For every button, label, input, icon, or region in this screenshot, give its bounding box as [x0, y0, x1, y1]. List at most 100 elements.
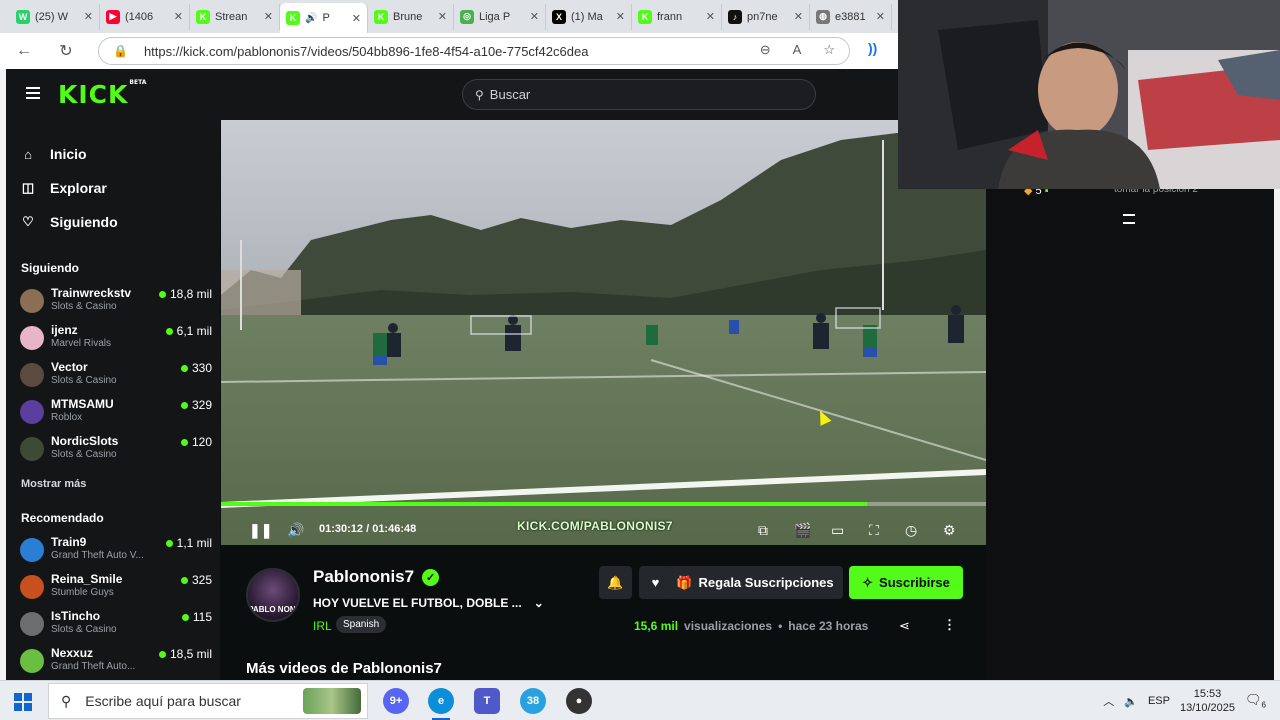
screen: W (25) W ✕ ▶ (1406 ✕ K Strean ✕ K 🔊 P ✕ K Brune ✕ ◎ Liga …: [0, 0, 1280, 720]
avatar: [20, 326, 44, 350]
zoom-icon[interactable]: ⊖: [760, 42, 771, 58]
tab-close-icon[interactable]: ✕: [264, 10, 273, 23]
windows-start-icon[interactable]: [14, 693, 32, 711]
speaker-icon[interactable]: 🔈: [1124, 695, 1138, 708]
discord-icon[interactable]: 9+: [383, 688, 409, 714]
channel-list-item[interactable]: Reina_Smile Stumble Guys 325: [20, 570, 216, 607]
viewer-count-text: 330: [191, 361, 212, 375]
browser-tab[interactable]: ◍ e3881 ✕: [810, 3, 892, 30]
tab-close-icon[interactable]: ✕: [438, 10, 447, 23]
tab-favicon-icon: K: [286, 11, 300, 25]
tab-title: Brune: [393, 10, 423, 23]
url-field[interactable]: 🔒 https://kick.com/pablononis7/videos/50…: [98, 37, 850, 65]
channel-list-item[interactable]: Train9 Grand Theft Auto V... 1,1 mil: [20, 533, 216, 570]
clip-icon[interactable]: 🎬: [794, 522, 811, 539]
search-highlight-image[interactable]: [303, 688, 361, 714]
refresh-icon[interactable]: ↻: [52, 37, 80, 65]
show-more-link[interactable]: Mostrar más: [21, 478, 86, 490]
clock[interactable]: 15:53 13/10/2025: [1180, 687, 1235, 715]
live-viewer-count: 330: [180, 361, 212, 375]
pause-icon[interactable]: ❚❚: [249, 522, 272, 539]
channel-list-name: Trainwreckstv: [51, 286, 132, 300]
live-viewer-count: 325: [180, 573, 212, 587]
share-icon[interactable]: ⋖: [899, 618, 910, 634]
channel-list-item[interactable]: Nexxuz Grand Theft Auto... 18,5 mil: [20, 644, 216, 680]
tab-close-icon[interactable]: ✕: [84, 10, 93, 23]
browser-tab[interactable]: W (25) W ✕: [10, 3, 100, 30]
viewer-count-text: 115: [192, 610, 212, 624]
video-title[interactable]: HOY VUELVE EL FUTBOL, DOBLE ... ⌄: [313, 596, 544, 610]
tab-close-icon[interactable]: ✕: [530, 10, 539, 23]
settings-gear-icon[interactable]: ⚙: [943, 522, 956, 539]
time-display: 01:30:12 / 01:46:48: [319, 523, 417, 535]
channel-list-item[interactable]: MTMSAMU Roblox 329: [20, 395, 216, 432]
back-arrow-icon[interactable]: ←: [10, 37, 38, 65]
kick-logo[interactable]: KICKBETA: [58, 79, 146, 109]
browser-tab[interactable]: ◎ Liga P ✕: [454, 3, 546, 30]
tab-close-icon[interactable]: ✕: [876, 10, 885, 23]
notifications-icon[interactable]: 🗨6: [1245, 692, 1266, 710]
browser-tab[interactable]: Kfrann ✕: [632, 3, 722, 30]
tab-close-icon[interactable]: ✕: [352, 12, 361, 25]
channel-list-item[interactable]: IsTincho Slots & Casino 115: [20, 607, 216, 644]
avatar: [20, 612, 44, 636]
obs-icon[interactable]: ●: [566, 688, 592, 714]
language-tag[interactable]: Spanish: [336, 616, 387, 633]
tab-favicon-icon: ♪: [728, 9, 742, 24]
teams-icon[interactable]: T: [474, 688, 500, 714]
notification-count: 6: [1261, 700, 1266, 710]
channel-name[interactable]: Pablononis7 ✓: [313, 567, 440, 587]
telegram-icon[interactable]: 38: [520, 688, 546, 714]
chevron-up-icon[interactable]: ︿: [1103, 693, 1114, 709]
channel-list-item[interactable]: Vector Slots & Casino 330: [20, 358, 216, 395]
browser-tab[interactable]: K 🔊 P ✕: [280, 3, 368, 33]
copilot-icon[interactable]: )): [868, 40, 888, 60]
sidebar-item-label: Inicio: [50, 146, 87, 162]
edge-browser-icon[interactable]: e: [428, 688, 454, 720]
playback-speed-icon[interactable]: ◷: [905, 522, 917, 539]
chevron-down-icon[interactable]: ⌄: [534, 596, 544, 610]
channel-list-item[interactable]: ijenz Marvel Rivals 6,1 mil: [20, 321, 216, 358]
favorite-star-icon[interactable]: ☆: [823, 42, 835, 58]
browser-tab[interactable]: X (1) Ma ✕: [546, 3, 632, 30]
sidebar-item-label: Siguiendo: [50, 214, 118, 230]
video-player[interactable]: ❚❚ 🔊 01:30:12 / 01:46:48 KICK.COM/PABLON…: [221, 120, 986, 545]
theater-mode-icon[interactable]: ▭: [831, 522, 844, 539]
tab-audio-icon[interactable]: 🔊: [305, 13, 317, 24]
tab-close-icon[interactable]: ✕: [706, 10, 715, 23]
gift-subs-button[interactable]: 🎁 Regala Suscripciones: [667, 566, 843, 599]
tab-close-icon[interactable]: ✕: [174, 10, 183, 23]
sidebar-item-siguiendo[interactable]: ♡ Siguiendo: [20, 205, 210, 239]
chat-scroll-icon[interactable]: [1123, 214, 1135, 224]
category-link[interactable]: IRL: [313, 619, 332, 633]
browser-tab-bar: W (25) W ✕ ▶ (1406 ✕ K Strean ✕ K 🔊 P ✕ K Brune ✕ ◎ Liga …: [0, 0, 898, 33]
sidebar-item-label: Explorar: [50, 180, 107, 196]
tab-favicon-icon: K: [638, 9, 652, 24]
channel-list-category: Marvel Rivals: [51, 338, 112, 349]
sidebar-item-inicio[interactable]: ⌂ Inicio: [20, 137, 210, 171]
more-options-icon[interactable]: ⋮: [943, 617, 956, 633]
read-aloud-icon[interactable]: A: [793, 42, 802, 58]
notification-bell-icon[interactable]: 🔔: [599, 566, 632, 599]
browser-tab[interactable]: ▶ (1406 ✕: [100, 3, 190, 30]
menu-icon[interactable]: [26, 87, 40, 99]
sidebar-item-explorar[interactable]: ◫ Explorar: [20, 171, 210, 205]
more-videos-heading: Más videos de Pablononis7: [246, 660, 442, 677]
input-language[interactable]: ESP: [1148, 695, 1170, 707]
progress-bar[interactable]: [221, 502, 986, 506]
channel-list-item[interactable]: Trainwreckstv Slots & Casino 18,8 mil: [20, 284, 216, 321]
search-input[interactable]: ⚲ Buscar: [462, 79, 816, 110]
tab-close-icon[interactable]: ✕: [794, 10, 803, 23]
tab-close-icon[interactable]: ✕: [616, 10, 625, 23]
volume-icon[interactable]: 🔊: [287, 522, 304, 539]
miniplayer-icon[interactable]: ⧉: [758, 522, 768, 539]
subscribe-button[interactable]: ✧ Suscribirse: [849, 566, 963, 599]
browser-tab[interactable]: ♪ pn7ne ✕: [722, 3, 810, 30]
browser-tab[interactable]: K Brune ✕: [368, 3, 454, 30]
channel-name-text: Pablononis7: [313, 567, 415, 586]
channel-list-item[interactable]: NordicSlots Slots & Casino 120: [20, 432, 216, 469]
browser-tab[interactable]: K Strean ✕: [190, 3, 280, 30]
fullscreen-icon[interactable]: ⛶: [869, 522, 879, 539]
channel-avatar[interactable]: PABLO NONI: [246, 568, 300, 622]
system-tray: ︿ 🔈 ESP 15:53 13/10/2025 🗨6: [1103, 681, 1280, 720]
